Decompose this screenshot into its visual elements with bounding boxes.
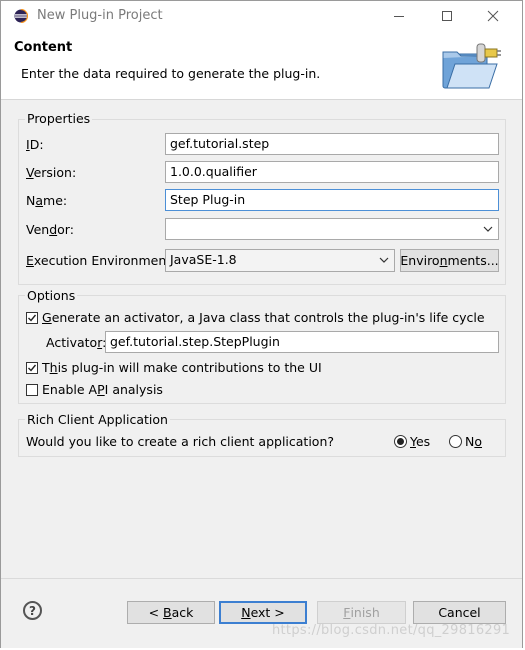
generate-activator-label[interactable]: Generate an activator, a Java class that… (42, 310, 485, 325)
ui-contributions-label[interactable]: This plug-in will make contributions to … (42, 360, 322, 375)
options-group-title: Options (25, 288, 78, 303)
window-title: New Plug-in Project (37, 8, 163, 23)
close-icon (487, 10, 499, 22)
name-field[interactable]: Step Plug-in (165, 189, 499, 211)
properties-group-title: Properties (25, 111, 93, 126)
wizard-folder-icon (442, 43, 501, 89)
close-button[interactable] (473, 4, 513, 28)
id-label: ID: (26, 137, 44, 152)
ui-contributions-checkbox[interactable] (26, 362, 38, 374)
rich-client-application-group-title: Rich Client Application (25, 412, 170, 427)
no-radio[interactable] (449, 435, 462, 448)
no-label[interactable]: No (465, 434, 482, 449)
maximize-button[interactable] (427, 4, 467, 28)
name-label: Name: (26, 193, 68, 208)
generate-activator-checkbox[interactable] (26, 312, 38, 324)
api-analysis-label[interactable]: Enable API analysis (42, 382, 163, 397)
rca-question: Would you like to create a rich client a… (26, 434, 335, 449)
watermark: https://blog.csdn.net/qq_29816291 (272, 623, 511, 638)
environments-button[interactable]: Enviro n ments... (400, 249, 499, 272)
minimize-icon (394, 16, 404, 17)
wizard-header: Content Enter the data required to gener… (1, 30, 522, 100)
chevron-down-icon (379, 257, 389, 263)
activator-label: Activator: (46, 335, 106, 350)
activator-field[interactable]: gef.tutorial.step.StepPlugin (105, 331, 499, 353)
api-analysis-checkbox[interactable] (26, 384, 38, 396)
eclipse-icon (14, 9, 28, 23)
id-field[interactable]: gef.tutorial.step (165, 133, 499, 155)
title-bar[interactable]: New Plug-in Project (1, 1, 522, 30)
help-icon[interactable]: ? (23, 601, 42, 620)
execution-environment-value: JavaSE-1.8 (170, 252, 237, 267)
version-field[interactable]: 1.0.0.qualifier (165, 161, 499, 183)
page-title: Content (14, 40, 73, 55)
yes-radio[interactable] (394, 435, 407, 448)
maximize-icon (442, 11, 452, 21)
vendor-label: Vendor: (26, 222, 74, 237)
yes-label[interactable]: Yes (410, 434, 430, 449)
execution-environment-label: Execution Environment: (26, 253, 176, 268)
checkmark-icon (28, 364, 37, 372)
version-label: Version: (26, 165, 77, 180)
minimize-button[interactable] (379, 4, 419, 28)
chevron-down-icon (483, 226, 493, 232)
page-description: Enter the data required to generate the … (21, 66, 321, 81)
next-button[interactable]: Next > (219, 601, 307, 624)
back-button[interactable]: < Back (127, 601, 215, 624)
checkmark-icon (28, 314, 37, 322)
cancel-button[interactable]: Cancel (413, 601, 506, 624)
finish-button[interactable]: Finish (317, 601, 406, 624)
vendor-combo[interactable] (165, 218, 499, 240)
radio-selected-dot (397, 438, 404, 445)
execution-environment-combo[interactable]: JavaSE-1.8 (165, 249, 395, 272)
